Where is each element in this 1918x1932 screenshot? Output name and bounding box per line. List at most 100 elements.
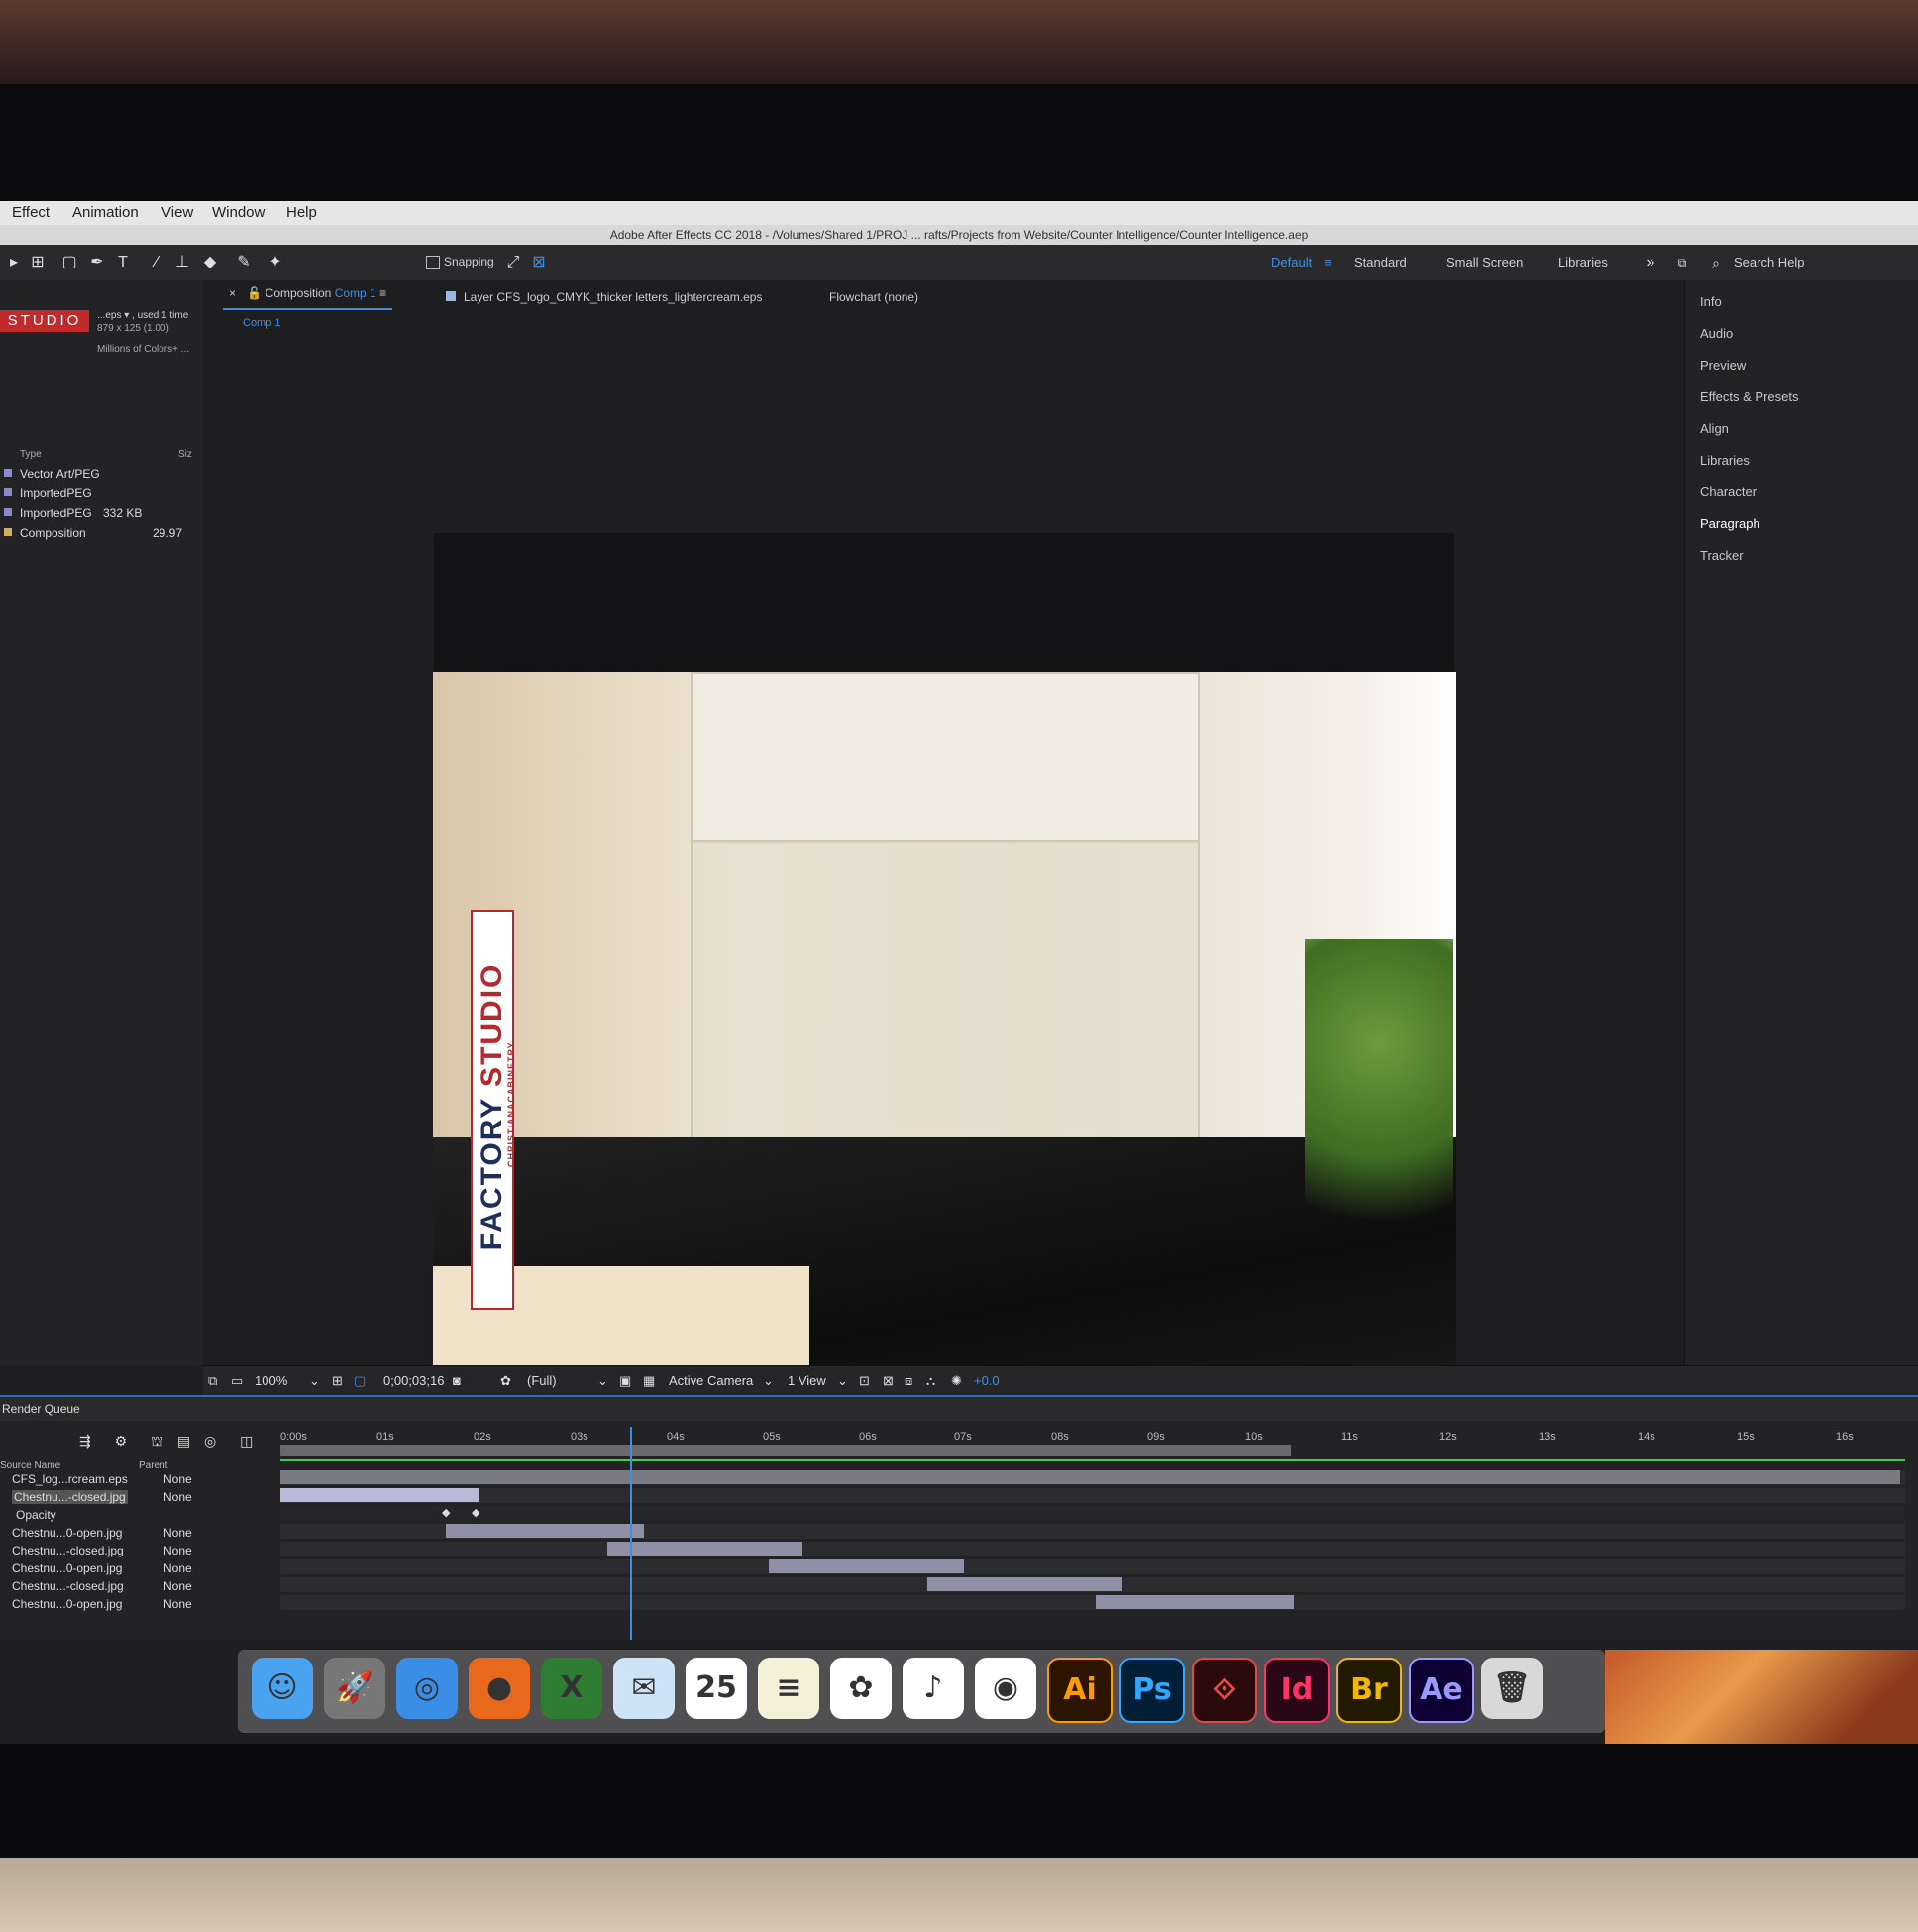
panel-info[interactable]: Info [1700,294,1722,309]
layer-row[interactable]: Chestnu...0-open.jpg None [0,1559,277,1577]
dock-after-effects-icon[interactable]: Ae [1409,1658,1474,1723]
layer-name[interactable]: Chestnu...0-open.jpg [12,1561,122,1575]
dock-calendar-icon[interactable]: 25 [686,1658,747,1719]
menu-view[interactable]: View [161,204,193,221]
workspace-small-screen[interactable]: Small Screen [1446,255,1523,269]
menu-animation[interactable]: Animation [72,204,139,221]
keyframe-icon[interactable]: ◆ [442,1506,450,1519]
camera-dropdown[interactable]: Active Camera [669,1373,753,1388]
layer-name[interactable]: Chestnu...0-open.jpg [12,1597,122,1611]
layer-bar[interactable] [927,1577,1122,1591]
panel-paragraph[interactable]: Paragraph [1700,516,1760,531]
tab-render-queue[interactable]: Render Queue [2,1402,80,1416]
zoom-chevron-icon[interactable]: ⌄ [309,1373,320,1389]
playhead[interactable] [630,1427,632,1640]
tab-layer[interactable]: Layer CFS_logo_CMYK_thicker letters_ligh… [446,290,762,304]
snap-edges-icon[interactable]: ⤢ [503,253,523,272]
comp-flowchart-icon[interactable]: ⇶ [79,1433,91,1449]
property-row[interactable]: Opacity [0,1506,277,1524]
layer-bar[interactable] [1096,1595,1294,1609]
view-layout-dropdown[interactable]: 1 View [788,1373,826,1388]
project-row[interactable]: ImportedPEG 332 KB [0,504,203,524]
column-size[interactable]: Siz [178,449,192,460]
layer-name[interactable]: Chestnu...-closed.jpg [12,1579,124,1593]
transparency-grid-icon[interactable]: ▦ [643,1373,655,1389]
work-area-bar[interactable] [280,1445,1291,1456]
panel-align[interactable]: Align [1700,421,1729,436]
mask-toggle-icon[interactable]: ▢ [354,1373,366,1389]
region-icon[interactable]: ▣ [619,1373,631,1389]
dock-safari-icon[interactable]: ◎ [396,1658,458,1719]
dock-itunes-icon[interactable]: ♪ [903,1658,964,1719]
camera-chevron-icon[interactable]: ⌄ [763,1373,774,1389]
layer-name[interactable]: Chestnu...0-open.jpg [12,1526,122,1540]
graph-editor-icon[interactable]: ◫ [240,1433,253,1449]
timeline-icon[interactable]: ⧈ [905,1373,912,1389]
parent-dropdown[interactable]: None [163,1544,192,1557]
tab-flowchart[interactable]: Flowchart (none) [829,290,918,304]
snapping-checkbox[interactable] [426,256,440,269]
frame-blend-icon[interactable]: ▤ [177,1433,190,1449]
eraser-tool-icon[interactable]: ◆ [200,253,220,272]
workspace-libraries[interactable]: Libraries [1558,255,1608,269]
pan-behind-tool-icon[interactable]: ⊞ [28,253,48,272]
workspace-default[interactable]: Default [1271,255,1312,269]
parent-dropdown[interactable]: None [163,1472,192,1486]
dock-photos-icon[interactable]: ✿ [830,1658,892,1719]
parent-dropdown[interactable]: None [163,1597,192,1611]
pixel-aspect-icon[interactable]: ⊡ [859,1373,870,1389]
grid-icon[interactable]: ⊞ [332,1373,343,1389]
dock-chrome-icon[interactable]: ◉ [975,1658,1036,1719]
fast-previews-icon[interactable]: ⧉ [208,1373,217,1389]
motion-blur-icon[interactable]: ◎ [204,1433,216,1449]
channel-icon[interactable]: ✿ [500,1373,511,1389]
close-tab-icon[interactable]: × [229,286,236,300]
tab-menu-icon[interactable]: ≡ [379,286,386,300]
resolution-dropdown[interactable]: (Full) [527,1373,557,1388]
rectangle-tool-icon[interactable]: ▢ [59,253,79,272]
menu-help[interactable]: Help [286,204,317,221]
project-row[interactable]: Vector Art/PEG [0,465,203,484]
panel-audio[interactable]: Audio [1700,326,1733,341]
project-row[interactable]: ImportedPEG [0,484,203,504]
layer-name[interactable]: Chestnu...-closed.jpg [12,1490,128,1504]
workspace-menu-icon[interactable]: ≡ [1318,253,1337,272]
panel-preview[interactable]: Preview [1700,358,1746,373]
panel-effects-presets[interactable]: Effects & Presets [1700,389,1798,404]
views-chevron-icon[interactable]: ⌄ [837,1373,848,1389]
draft-3d-toggle-icon[interactable]: ⚙ [115,1433,128,1449]
exposure-value[interactable]: +0.0 [974,1373,1000,1388]
type-tool-icon[interactable]: T [113,253,133,272]
brush-tool-icon[interactable]: ⁄ [147,253,166,272]
layer-bar[interactable] [280,1488,479,1502]
sync-icon[interactable]: ⧉ [1672,253,1692,272]
puppet-pin-tool-icon[interactable]: ✦ [266,253,285,272]
draft-3d-icon[interactable]: ⊠ [883,1373,894,1389]
layer-bar[interactable] [446,1524,644,1538]
layer-row[interactable]: Chestnu...-closed.jpg None [0,1542,277,1559]
roto-brush-tool-icon[interactable]: ✎ [234,253,254,272]
workspace-standard[interactable]: Standard [1354,255,1407,269]
panel-libraries[interactable]: Libraries [1700,453,1750,468]
parent-dropdown[interactable]: None [163,1490,192,1504]
layer-name[interactable]: CFS_log...rcream.eps [12,1472,128,1486]
pen-tool-icon[interactable]: ✒ [87,253,107,272]
shy-icon[interactable]: ⛫ [151,1433,163,1449]
layer-bar[interactable] [769,1559,964,1573]
dock-illustrator-icon[interactable]: Ai [1047,1658,1113,1723]
panel-tracker[interactable]: Tracker [1700,548,1744,563]
dock-trash-icon[interactable]: 🗑 [1481,1658,1543,1719]
snapshot-icon[interactable]: ◙ [453,1373,461,1388]
layer-row[interactable]: Chestnu...0-open.jpg None [0,1595,277,1613]
breadcrumb[interactable]: Comp 1 [243,317,281,329]
dock-launchpad-icon[interactable]: 🚀 [324,1658,385,1719]
snap-features-icon[interactable]: ⊠ [529,253,549,272]
layer-name[interactable]: Chestnu...-closed.jpg [12,1544,124,1557]
keyframe-icon[interactable]: ◆ [472,1506,480,1519]
menu-effect[interactable]: Effect [12,204,50,221]
layer-row-selected[interactable]: Chestnu...-closed.jpg None [0,1488,277,1506]
flowchart-icon[interactable]: ⛬ [926,1373,935,1389]
overflow-chevron-icon[interactable]: » [1641,253,1660,272]
zoom-dropdown[interactable]: 100% [255,1373,287,1388]
property-name[interactable]: Opacity [16,1508,56,1522]
